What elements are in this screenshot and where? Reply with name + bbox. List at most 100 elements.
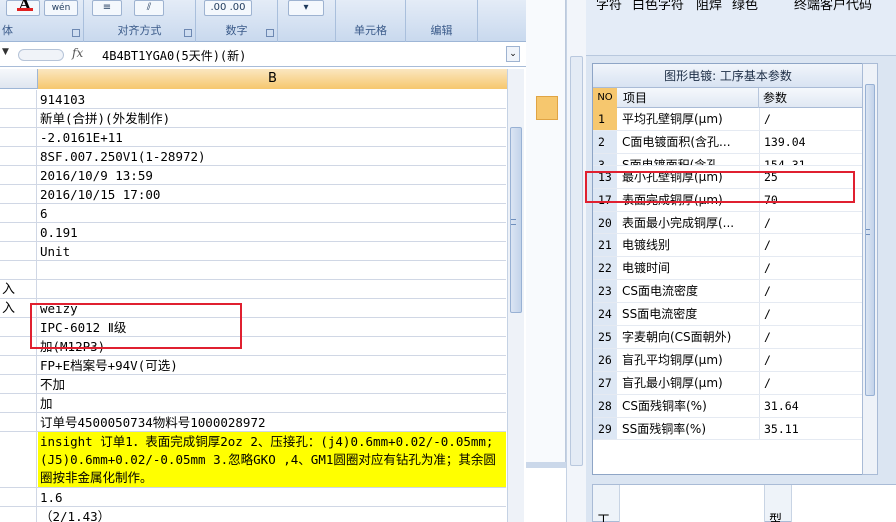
background-scrollbar[interactable] bbox=[566, 0, 586, 522]
cell-b[interactable]: 8SF.007.250V1(1-28972) bbox=[38, 147, 506, 165]
cell-a[interactable] bbox=[0, 166, 37, 184]
table-row[interactable]: 2016/10/15 17:00 bbox=[0, 185, 506, 204]
cell-b[interactable]: 订单号4500050734物料号1000028972 bbox=[38, 413, 506, 431]
table-row[interactable]: 8SF.007.250V1(1-28972) bbox=[0, 147, 506, 166]
row-param[interactable]: / bbox=[759, 303, 863, 326]
cell-a[interactable] bbox=[0, 185, 37, 203]
grid-row[interactable]: 29 SS面残铜率(%) 35.11 bbox=[593, 417, 863, 441]
row-param[interactable]: / bbox=[759, 234, 863, 257]
cell-a[interactable] bbox=[0, 375, 37, 393]
column-header-b[interactable]: B bbox=[37, 69, 507, 89]
row-param[interactable]: 31.64 bbox=[759, 394, 863, 417]
formula-bar-button[interactable] bbox=[18, 49, 64, 61]
decimal-button[interactable]: .00 .00 bbox=[204, 0, 252, 16]
number-dialog-launcher-icon[interactable] bbox=[266, 29, 274, 37]
grid-row[interactable]: 20 表面最小完成铜厚(... / bbox=[593, 211, 863, 235]
insert-function-icon[interactable]: fx bbox=[72, 46, 83, 60]
table-row[interactable]: 6 bbox=[0, 204, 506, 223]
expand-formula-bar-icon[interactable]: ⌄ bbox=[506, 46, 520, 62]
cell-b[interactable]: （2/1.43） bbox=[38, 507, 506, 522]
table-row[interactable] bbox=[0, 261, 506, 280]
table-row[interactable]: 加 bbox=[0, 394, 506, 413]
cell-a[interactable] bbox=[0, 432, 37, 487]
row-param[interactable]: 154.31 bbox=[759, 153, 863, 165]
name-box-dropdown-icon[interactable]: ▼ bbox=[2, 47, 9, 57]
grid-row[interactable]: 3 S面电镀面积(含孔 154.31 bbox=[593, 153, 863, 166]
vertical-scrollbar[interactable] bbox=[507, 69, 524, 522]
parameter-grid-scroll-thumb[interactable] bbox=[865, 84, 875, 396]
header-param[interactable]: 参数 bbox=[763, 88, 787, 108]
decrease-indent-button[interactable]: ≡ bbox=[92, 0, 122, 16]
cell-a[interactable] bbox=[0, 356, 37, 374]
cell-a[interactable] bbox=[0, 223, 37, 241]
cell-b[interactable]: 0.191 bbox=[38, 223, 506, 241]
row-param[interactable]: / bbox=[759, 371, 863, 394]
cell-b[interactable] bbox=[38, 280, 506, 298]
bottom-field-2[interactable] bbox=[791, 485, 896, 522]
grid-row[interactable]: 26 盲孔平均铜厚(μm) / bbox=[593, 348, 863, 372]
font-color-button[interactable]: A bbox=[6, 0, 40, 16]
table-row[interactable]: FP+E档案号+94V(可选) bbox=[0, 356, 506, 375]
grid-row[interactable]: 22 电镀时间 / bbox=[593, 257, 863, 281]
row-param[interactable]: / bbox=[759, 280, 863, 303]
phonetic-button[interactable]: wén bbox=[44, 0, 78, 16]
table-row[interactable]: 入 bbox=[0, 280, 506, 299]
cell-b[interactable]: 2016/10/15 17:00 bbox=[38, 185, 506, 203]
grid-row[interactable]: 21 电镀线别 / bbox=[593, 234, 863, 258]
parameter-grid-scrollbar[interactable] bbox=[862, 63, 878, 475]
table-row[interactable]: 1.6 bbox=[0, 488, 506, 507]
row-param[interactable]: / bbox=[759, 108, 863, 130]
cell-b-highlighted[interactable]: insight 订单1．表面完成铜厚2oz 2、压接孔：(j4)0.6mm+0.… bbox=[38, 432, 506, 487]
cell-b[interactable]: 2016/10/9 13:59 bbox=[38, 166, 506, 184]
cell-a[interactable] bbox=[0, 242, 37, 260]
table-row[interactable]: 不加 bbox=[0, 375, 506, 394]
table-row-highlighted[interactable]: insight 订单1．表面完成铜厚2oz 2、压接孔：(j4)0.6mm+0.… bbox=[0, 432, 506, 488]
cell-a[interactable] bbox=[0, 413, 37, 431]
cell-a[interactable] bbox=[0, 261, 37, 279]
cell-a[interactable]: 入 bbox=[0, 280, 37, 298]
bottom-field-1[interactable] bbox=[619, 485, 765, 522]
grid-row[interactable]: 2 C面电镀面积(含孔... 139.04 bbox=[593, 130, 863, 154]
grid-row[interactable]: 28 CS面残铜率(%) 31.64 bbox=[593, 394, 863, 418]
formula-input[interactable]: 4B4BT1YGA0(5天件)(新) bbox=[102, 47, 246, 64]
row-param[interactable]: / bbox=[759, 211, 863, 234]
header-item[interactable]: 项目 bbox=[623, 88, 647, 108]
background-scrollbar-thumb[interactable] bbox=[570, 56, 583, 466]
cell-b[interactable]: 加 bbox=[38, 394, 506, 412]
cell-a[interactable] bbox=[0, 204, 37, 222]
cell-b[interactable]: -2.0161E+11 bbox=[38, 128, 506, 146]
table-row[interactable]: 2016/10/9 13:59 bbox=[0, 166, 506, 185]
cell-b[interactable]: 不加 bbox=[38, 375, 506, 393]
alignment-dialog-launcher-icon[interactable] bbox=[184, 29, 192, 37]
row-param[interactable]: / bbox=[759, 348, 863, 371]
row-param[interactable]: / bbox=[759, 257, 863, 280]
table-row[interactable]: 0.191 bbox=[0, 223, 506, 242]
table-row[interactable]: 新单(合拼)(外发制作) bbox=[0, 109, 506, 128]
row-param[interactable]: / bbox=[759, 326, 863, 348]
cell-a[interactable] bbox=[0, 507, 37, 522]
grid-row[interactable]: 24 SS面电流密度 / bbox=[593, 303, 863, 327]
cell-a[interactable] bbox=[0, 394, 37, 412]
font-dialog-launcher-icon[interactable] bbox=[72, 29, 80, 37]
cell-a[interactable] bbox=[0, 109, 37, 127]
grid-row[interactable]: 25 字麦朝向(CS面朝外) / bbox=[593, 326, 863, 349]
cell-a[interactable] bbox=[0, 147, 37, 165]
cell-b[interactable]: Unit bbox=[38, 242, 506, 260]
cell-b[interactable]: 1.6 bbox=[38, 488, 506, 506]
row-param[interactable]: 35.11 bbox=[759, 417, 863, 440]
cell-a[interactable] bbox=[0, 90, 37, 108]
table-row[interactable]: 914103 bbox=[0, 90, 506, 109]
styles-button[interactable]: ▾ bbox=[288, 0, 324, 16]
header-no[interactable]: NO bbox=[593, 88, 617, 108]
table-row[interactable]: -2.0161E+11 bbox=[0, 128, 506, 147]
cell-b[interactable]: FP+E档案号+94V(可选) bbox=[38, 356, 506, 374]
cell-a[interactable] bbox=[0, 488, 37, 506]
grid-row[interactable]: 23 CS面电流密度 / bbox=[593, 280, 863, 304]
cell-b[interactable]: 914103 bbox=[38, 90, 506, 108]
cell-b[interactable]: 新单(合拼)(外发制作) bbox=[38, 109, 506, 127]
cell-a[interactable] bbox=[0, 128, 37, 146]
row-param[interactable]: 139.04 bbox=[759, 130, 863, 153]
cell-b[interactable]: 6 bbox=[38, 204, 506, 222]
cell-b[interactable] bbox=[38, 261, 506, 279]
orientation-button[interactable]: ⫽ bbox=[134, 0, 164, 16]
